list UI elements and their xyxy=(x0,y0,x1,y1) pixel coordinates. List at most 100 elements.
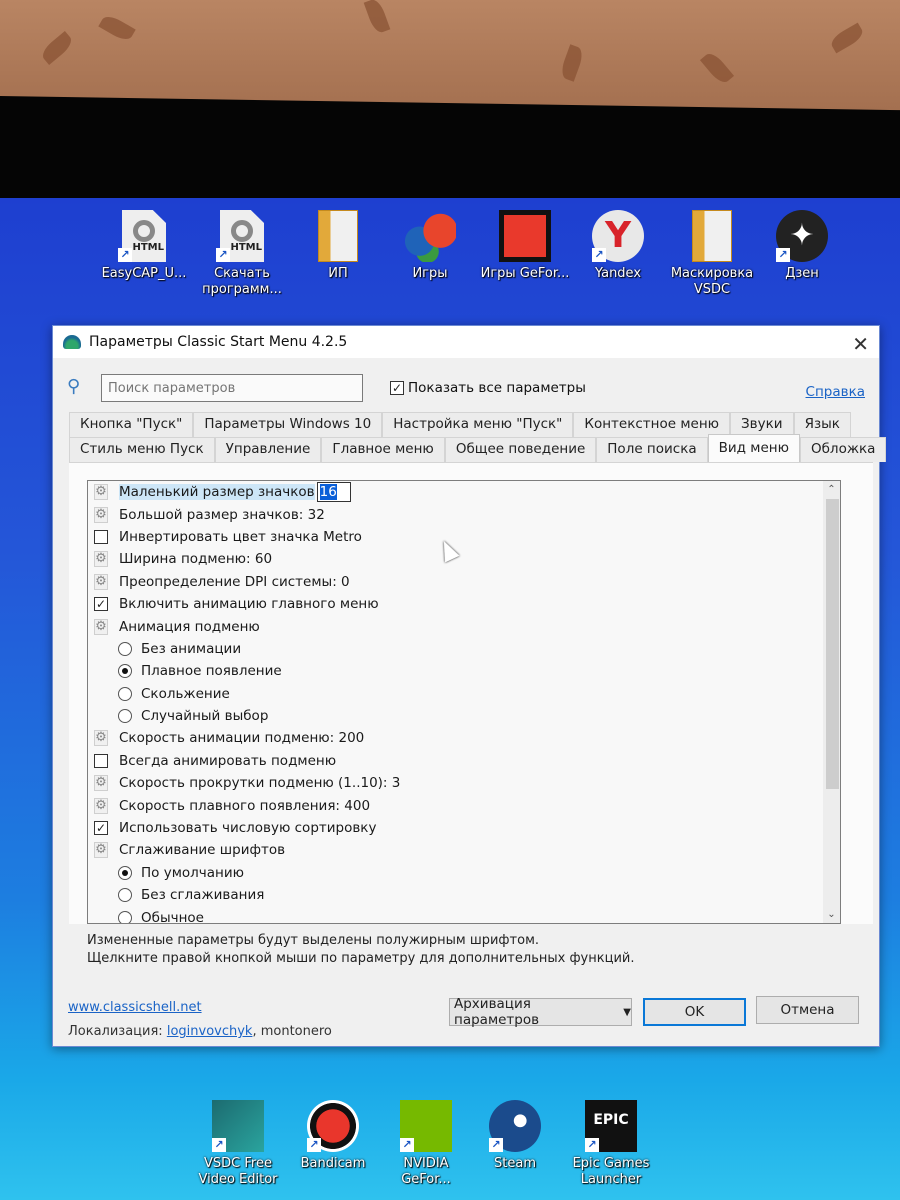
show-all-checkbox[interactable]: ✓ Показать все параметры xyxy=(390,380,586,396)
desktop-icon[interactable]: ↗ Steam xyxy=(467,1100,563,1172)
scroll-up-icon[interactable]: ⌃ xyxy=(823,481,840,498)
desktop-icon[interactable]: ↗ NVIDIA GeFor... xyxy=(378,1100,474,1188)
notes: Измененные параметры будут выделены полу… xyxy=(87,932,634,968)
tab[interactable]: Главное меню xyxy=(321,437,445,462)
checkbox-unchecked[interactable] xyxy=(93,753,109,769)
checkbox-checked[interactable]: ✓ xyxy=(93,820,109,836)
setting-row[interactable]: ✓ Использовать числовую сортировку xyxy=(88,817,840,839)
desktop-icon[interactable]: Игры GeFor... xyxy=(477,210,573,282)
setting-row[interactable]: ⚙ Большой размер значков: 32 xyxy=(88,503,840,525)
desktop-icon[interactable]: Y ↗ Yandex xyxy=(570,210,666,282)
setting-row[interactable]: ⚙ Сглаживание шрифтов xyxy=(88,839,840,861)
setting-row[interactable]: По умолчанию xyxy=(88,862,840,884)
desktop-icon[interactable]: Маскировка VSDC xyxy=(664,210,760,298)
shortcut-arrow-icon: ↗ xyxy=(489,1138,503,1152)
setting-row[interactable]: Скольжение xyxy=(88,683,840,705)
desktop-icon[interactable]: ✦ ↗ Дзен xyxy=(754,210,850,282)
setting-row[interactable]: ⚙ Анимация подменю xyxy=(88,615,840,637)
setting-row[interactable]: ✓ Включить анимацию главного меню xyxy=(88,593,840,615)
search-input[interactable] xyxy=(101,374,363,402)
help-link[interactable]: Справка xyxy=(806,384,865,400)
setting-row[interactable]: ⚙ Преопределение DPI системы: 0 xyxy=(88,571,840,593)
setting-row[interactable]: ⚙ Скорость плавного появления: 400 xyxy=(88,794,840,816)
setting-row[interactable]: Без сглаживания xyxy=(88,884,840,906)
radio-selected[interactable] xyxy=(117,865,133,881)
tab[interactable]: Язык xyxy=(793,412,851,437)
folder-icon xyxy=(692,210,732,262)
localization-rest: , montonero xyxy=(252,1024,332,1039)
setting-label: Большой размер значков: 32 xyxy=(119,506,325,523)
tab[interactable]: Поле поиска xyxy=(596,437,708,462)
localization-link[interactable]: loginvovchyk xyxy=(167,1024,253,1039)
backup-settings-button[interactable]: Архивация параметров ▼ xyxy=(449,996,632,1028)
icon-size-edit-field[interactable]: 16 xyxy=(316,482,351,503)
tab[interactable]: Настройка меню "Пуск" xyxy=(382,412,574,437)
radio-unselected[interactable] xyxy=(117,708,133,724)
desktop-icon[interactable]: HTML ↗ Скачать программ... xyxy=(194,210,290,298)
desktop-icon-label: Epic Games Launcher xyxy=(572,1156,650,1187)
desktop-icon[interactable]: ↗ Bandicam xyxy=(285,1100,381,1172)
radio-unselected[interactable] xyxy=(117,887,133,903)
scroll-thumb[interactable] xyxy=(826,499,839,789)
cancel-button[interactable]: Отмена xyxy=(756,996,859,1024)
scrollbar[interactable]: ⌃ ⌄ xyxy=(823,481,840,923)
edit-field-value: 16 xyxy=(319,484,337,501)
radio-selected[interactable] xyxy=(117,663,133,679)
desktop-icon[interactable]: EPIC ↗ Epic Games Launcher xyxy=(563,1100,659,1188)
desktop-icon-label: NVIDIA GeFor... xyxy=(401,1156,451,1187)
close-icon[interactable]: ✕ xyxy=(852,332,869,356)
checkbox-unchecked[interactable] xyxy=(93,529,109,545)
tab[interactable]: Контекстное меню xyxy=(573,412,731,437)
scroll-down-icon[interactable]: ⌄ xyxy=(823,906,840,923)
desktop-icon[interactable]: Игры xyxy=(382,210,478,282)
setting-row[interactable]: Всегда анимировать подменю xyxy=(88,750,840,772)
title-bar[interactable]: Параметры Classic Start Menu 4.2.5 xyxy=(53,326,879,358)
tab[interactable]: Кнопка "Пуск" xyxy=(69,412,194,437)
tab[interactable]: Параметры Windows 10 xyxy=(193,412,383,437)
setting-row[interactable]: Инвертировать цвет значка Metro xyxy=(88,526,840,548)
desktop-icon[interactable]: HTML ↗ EasyCAP_U... xyxy=(96,210,192,282)
website-link[interactable]: www.classicshell.net xyxy=(68,1000,202,1015)
folder-icon xyxy=(318,210,358,262)
tab[interactable]: Управление xyxy=(214,437,322,462)
wallpaper-leaf xyxy=(558,44,586,82)
tab-panel: ⚙ Маленький размер значков 16 ⚙ Большой разм… xyxy=(69,462,873,924)
setting-row[interactable]: Без анимации xyxy=(88,638,840,660)
wallpaper-leaf xyxy=(699,49,735,87)
setting-label: Анимация подменю xyxy=(119,618,260,635)
desktop-icon-label: Игры GeFor... xyxy=(480,266,570,281)
setting-row[interactable]: Случайный выбор xyxy=(88,705,840,727)
gear-icon: ⚙ xyxy=(94,484,108,501)
wallpaper-leaf xyxy=(828,22,866,54)
bandicam-icon: ↗ xyxy=(307,1100,359,1152)
setting-label: Ширина подменю: 60 xyxy=(119,551,273,568)
setting-row[interactable]: ⚙ Маленький размер значков 16 xyxy=(88,481,840,503)
checkbox-checked[interactable]: ✓ xyxy=(93,596,109,612)
tab[interactable]: Вид меню xyxy=(707,434,800,462)
setting-label: Использовать числовую сортировку xyxy=(119,820,377,837)
setting-row[interactable]: ⚙ Скорость анимации подменю: 200 xyxy=(88,727,840,749)
ok-button[interactable]: OK xyxy=(643,998,746,1026)
gear-icon: ⚙ xyxy=(94,775,108,792)
wallpaper-leaf xyxy=(98,12,136,44)
desktop-icon-label: EasyCAP_U... xyxy=(101,266,187,281)
radio-unselected[interactable] xyxy=(117,910,133,923)
tab[interactable]: Общее поведение xyxy=(444,437,597,462)
search-row: ⚲ ✓ Показать все параметры Справка xyxy=(67,374,867,404)
setting-row[interactable]: ⚙ Скорость прокрутки подменю (1..10): 3 xyxy=(88,772,840,794)
gear-icon: ⚙ xyxy=(94,730,108,747)
desktop-icon-label: Yandex xyxy=(594,266,642,281)
shortcut-arrow-icon: ↗ xyxy=(307,1138,321,1152)
radio-unselected[interactable] xyxy=(117,686,133,702)
setting-row[interactable]: Плавное появление xyxy=(88,660,840,682)
setting-row[interactable]: ⚙ Ширина подменю: 60 xyxy=(88,548,840,570)
setting-row[interactable]: Обычное xyxy=(88,906,840,923)
tab[interactable]: Стиль меню Пуск xyxy=(69,437,215,462)
tab[interactable]: Обложка xyxy=(799,437,887,462)
radio-unselected[interactable] xyxy=(117,641,133,657)
gear-icon: ⚙ xyxy=(94,551,108,568)
desktop-icon[interactable]: ИП xyxy=(290,210,386,282)
checkbox-checked-icon[interactable]: ✓ xyxy=(390,381,404,395)
desktop-icon[interactable]: ↗ VSDC Free Video Editor xyxy=(190,1100,286,1188)
nvidia-icon: ↗ xyxy=(400,1100,452,1152)
